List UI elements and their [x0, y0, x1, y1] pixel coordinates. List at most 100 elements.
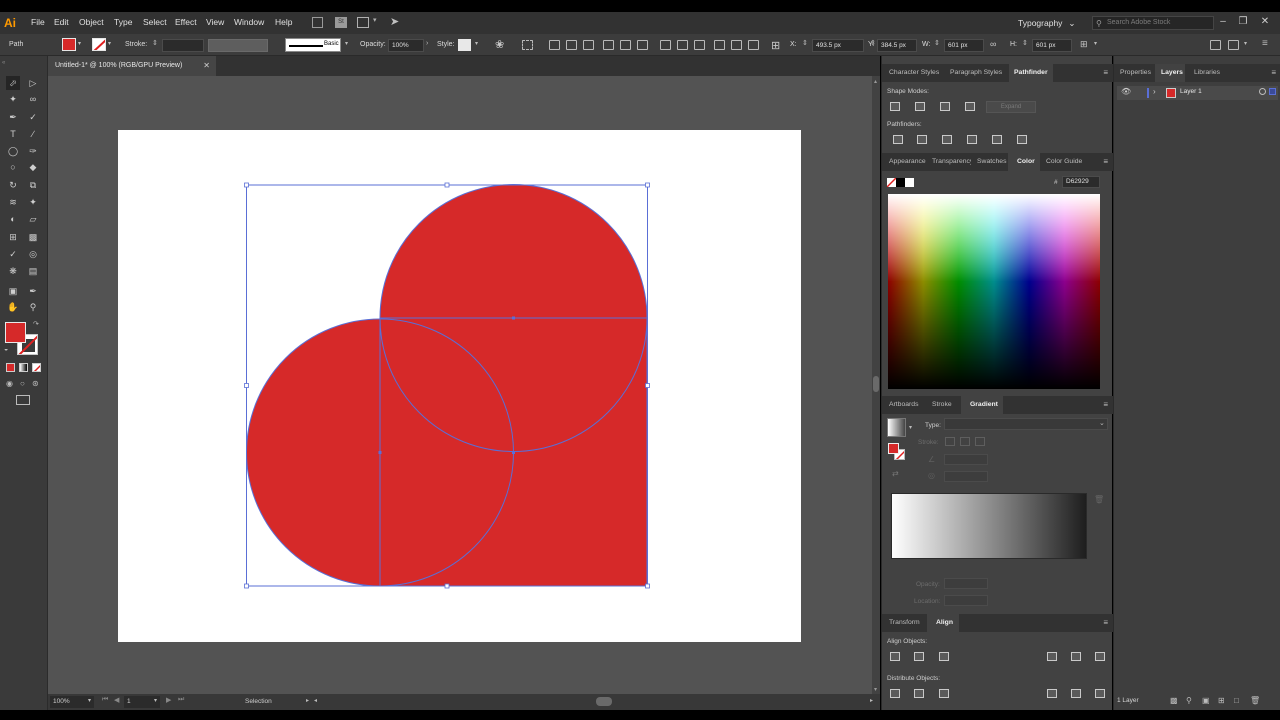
stepper-icon[interactable]: ⇕ — [1022, 39, 1028, 47]
align-top-icon[interactable] — [603, 40, 614, 50]
constrain-proportions-icon[interactable]: ∞ — [990, 39, 996, 49]
last-artboard-icon[interactable]: ⏭ — [178, 696, 184, 704]
resize-handle[interactable] — [244, 182, 249, 188]
brush-definition[interactable]: Basic — [285, 38, 341, 52]
rotate-tool-icon[interactable]: ↻ — [6, 178, 20, 192]
tab-stroke[interactable]: Stroke — [927, 396, 957, 414]
chevron-down-icon[interactable]: ▾ — [78, 40, 81, 47]
tab-pathfinder[interactable]: Pathfinder — [1009, 64, 1053, 82]
chevron-right-icon[interactable]: ▸ — [306, 697, 309, 704]
swap-fill-stroke-icon[interactable]: ↷ — [33, 320, 39, 328]
collapse-icon[interactable]: « — [2, 60, 5, 66]
draw-normal-icon[interactable]: ◉ — [6, 379, 13, 388]
color-mode-icon[interactable] — [6, 363, 15, 372]
gradient-location-field[interactable] — [944, 595, 988, 606]
next-artboard-icon[interactable]: ▶ — [166, 696, 171, 704]
scroll-left-icon[interactable]: ◂ — [314, 697, 317, 704]
magic-wand-tool-icon[interactable]: ✦ — [6, 92, 20, 106]
panel-menu-icon[interactable]: ≡ — [1271, 68, 1276, 77]
divide-icon[interactable] — [893, 135, 903, 144]
tab-character-styles[interactable]: Character Styles — [882, 64, 944, 82]
y-position-field[interactable]: 384.5 px — [877, 39, 917, 52]
graphic-style-swatch[interactable] — [458, 39, 471, 51]
clipping-mask-icon[interactable]: ▣ — [1202, 696, 1210, 705]
restore-icon[interactable]: ❐ — [1236, 15, 1250, 29]
minus-back-icon[interactable] — [1017, 135, 1027, 144]
scrollbar-thumb[interactable] — [873, 376, 879, 392]
align-horizontal-center-icon[interactable] — [566, 40, 577, 50]
hex-color-field[interactable]: D62929 — [1062, 176, 1100, 188]
puppet-warp-tool-icon[interactable]: ✦ — [26, 195, 40, 209]
direct-selection-tool-icon[interactable]: ▷ — [26, 76, 40, 90]
shape-builder-tool-icon[interactable]: ◐ — [6, 212, 20, 226]
artboard-tool-icon[interactable]: ▣ — [6, 284, 20, 298]
reverse-gradient-icon[interactable]: ⇄ — [892, 469, 899, 478]
arrange-documents-icon[interactable] — [357, 17, 369, 28]
width-field[interactable]: 601 px — [944, 39, 984, 52]
opacity-field[interactable]: 100% — [388, 39, 424, 52]
draw-behind-icon[interactable]: ○ — [20, 379, 25, 388]
gradient-tool-icon[interactable]: ▩ — [26, 230, 40, 244]
chevron-down-icon[interactable]: ▾ — [1244, 40, 1247, 47]
color-spectrum[interactable] — [888, 194, 1100, 389]
stroke-weight-field[interactable] — [162, 39, 204, 52]
vertical-align-bottom-icon[interactable] — [1095, 652, 1105, 661]
default-colors-icon[interactable]: ◒ — [4, 346, 8, 353]
menu-effect[interactable]: Effect — [175, 17, 197, 27]
delete-layer-icon[interactable]: 🗑 — [1250, 696, 1260, 705]
menu-view[interactable]: View — [206, 17, 224, 27]
collect-export-icon[interactable]: ▩ — [1170, 696, 1178, 705]
fill-color-box[interactable] — [5, 322, 26, 343]
screen-mode-icon[interactable] — [16, 395, 30, 405]
tab-appearance[interactable]: Appearance — [882, 153, 926, 171]
vertical-align-center-icon[interactable] — [1071, 652, 1081, 661]
fill-swatch[interactable] — [62, 38, 76, 51]
horizontal-distribute-center-icon[interactable] — [1071, 689, 1081, 698]
stroke-within-icon[interactable] — [945, 437, 955, 446]
layer-name[interactable]: Layer 1 — [1180, 88, 1202, 95]
distribute-top-icon[interactable] — [660, 40, 671, 50]
isolate-icon[interactable] — [1210, 40, 1221, 50]
gradient-slider[interactable] — [891, 493, 1087, 559]
eraser-tool-icon[interactable]: ◆ — [26, 160, 40, 174]
recolor-artwork-icon[interactable]: ❀ — [495, 38, 504, 51]
horizontal-scrollbar-thumb[interactable] — [596, 697, 612, 706]
panel-menu-icon[interactable]: ≡ — [1103, 68, 1108, 77]
ellipse-tool-icon[interactable]: ◯ — [6, 144, 20, 158]
gradient-type-select[interactable] — [944, 418, 1108, 430]
resize-handle[interactable] — [244, 583, 249, 589]
stroke-along-icon[interactable] — [960, 437, 970, 446]
chevron-down-icon[interactable]: ⌄ — [1099, 419, 1105, 427]
horizontal-align-right-icon[interactable] — [939, 652, 949, 661]
shaper-tool-icon[interactable]: ○ — [6, 160, 20, 174]
column-graph-tool-icon[interactable]: ▤ — [26, 264, 40, 278]
stock-icon[interactable]: St — [335, 17, 347, 28]
resize-handle[interactable] — [645, 383, 650, 388]
document-tab[interactable]: Untitled-1* @ 100% (RGB/GPU Preview) ✕ — [48, 56, 216, 76]
gradient-thumbnail[interactable] — [887, 418, 906, 437]
stepper-icon[interactable]: ⇕ — [934, 39, 940, 47]
prev-artboard-icon[interactable]: ◀ — [114, 696, 119, 704]
tab-properties[interactable]: Properties — [1114, 64, 1154, 82]
none-mode-icon[interactable] — [32, 363, 41, 372]
stepper-icon[interactable]: ⇕ — [802, 39, 808, 47]
horizontal-distribute-right-icon[interactable] — [1095, 689, 1105, 698]
blend-tool-icon[interactable]: ◎ — [26, 247, 40, 261]
chevron-right-icon[interactable]: › — [1153, 87, 1156, 96]
eyedropper-tool-icon[interactable]: ✓ — [6, 247, 20, 261]
scroll-right-icon[interactable]: ▸ — [870, 697, 873, 704]
mesh-tool-icon[interactable]: ⊞ — [6, 230, 20, 244]
height-field[interactable]: 601 px — [1032, 39, 1072, 52]
workspace-switcher[interactable]: Typography ⌄ — [1018, 16, 1082, 30]
tab-paragraph-styles[interactable]: Paragraph Styles — [944, 64, 1008, 82]
panel-menu-icon[interactable]: ≡ — [1103, 618, 1108, 627]
distribute-left-icon[interactable] — [714, 40, 725, 50]
expand-button[interactable]: Expand — [986, 101, 1036, 113]
menu-help[interactable]: Help — [275, 17, 292, 27]
vertical-distribute-top-icon[interactable] — [890, 689, 900, 698]
draw-inside-icon[interactable]: ⊛ — [32, 379, 39, 388]
perspective-grid-tool-icon[interactable]: ▱ — [26, 212, 40, 226]
exclude-icon[interactable] — [965, 102, 975, 111]
stepper-icon[interactable]: ⇕ — [152, 39, 158, 47]
align-bottom-icon[interactable] — [637, 40, 648, 50]
